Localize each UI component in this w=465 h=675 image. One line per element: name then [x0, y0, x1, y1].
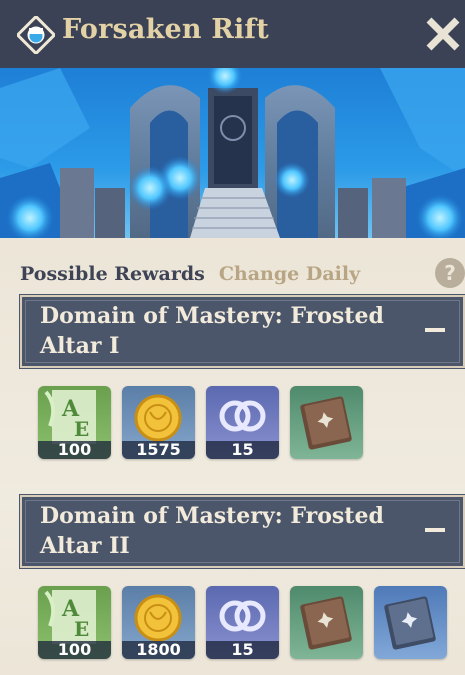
svg-text:E: E: [74, 417, 89, 441]
companionship-exp-item[interactable]: 15: [206, 586, 279, 659]
talent-book-green-item[interactable]: [290, 386, 363, 459]
section-title: Domain of Mastery: Frosted Altar II: [40, 503, 384, 559]
domain-diamond-icon: [17, 16, 55, 54]
rewards-panel: Possible Rewards Change Daily ? Domain o…: [0, 238, 465, 675]
svg-text:E: E: [74, 617, 89, 641]
talent-book-blue-item[interactable]: [374, 586, 447, 659]
collapse-icon[interactable]: [425, 328, 445, 332]
item-count: 100: [38, 441, 111, 459]
reward-items-altar-1: A E 100 1575 15: [38, 386, 363, 459]
talent-book-green-icon: [300, 396, 352, 450]
item-count: 15: [206, 641, 279, 659]
collapse-icon[interactable]: [425, 528, 445, 532]
mora-item[interactable]: 1575: [122, 386, 195, 459]
adventure-exp-item[interactable]: A E 100: [38, 386, 111, 459]
section-title: Domain of Mastery: Frosted Altar I: [40, 303, 384, 359]
talent-book-green-item[interactable]: [290, 586, 363, 659]
reward-items-altar-2: A E 100 1800 15: [38, 586, 447, 659]
section-header-altar-1[interactable]: Domain of Mastery: Frosted Altar I: [19, 294, 465, 369]
item-count: 100: [38, 641, 111, 659]
change-daily-note: Change Daily: [218, 263, 361, 285]
close-icon[interactable]: [424, 15, 462, 53]
header-bar: Forsaken Rift: [0, 0, 465, 68]
item-count: 15: [206, 441, 279, 459]
mora-item[interactable]: 1800: [122, 586, 195, 659]
companionship-exp-item[interactable]: 15: [206, 386, 279, 459]
possible-rewards-label: Possible Rewards: [20, 263, 205, 285]
talent-book-green-icon: [300, 596, 352, 650]
rewards-heading-row: Possible Rewards Change Daily ?: [20, 258, 465, 288]
adventure-exp-item[interactable]: A E 100: [38, 586, 111, 659]
item-count: 1800: [122, 641, 195, 659]
section-header-altar-2[interactable]: Domain of Mastery: Frosted Altar II: [19, 494, 465, 569]
item-count: 1575: [122, 441, 195, 459]
page-title: Forsaken Rift: [62, 14, 269, 45]
talent-book-blue-icon: [384, 596, 436, 650]
help-icon[interactable]: ?: [435, 258, 465, 288]
domain-banner-image: [0, 68, 465, 238]
